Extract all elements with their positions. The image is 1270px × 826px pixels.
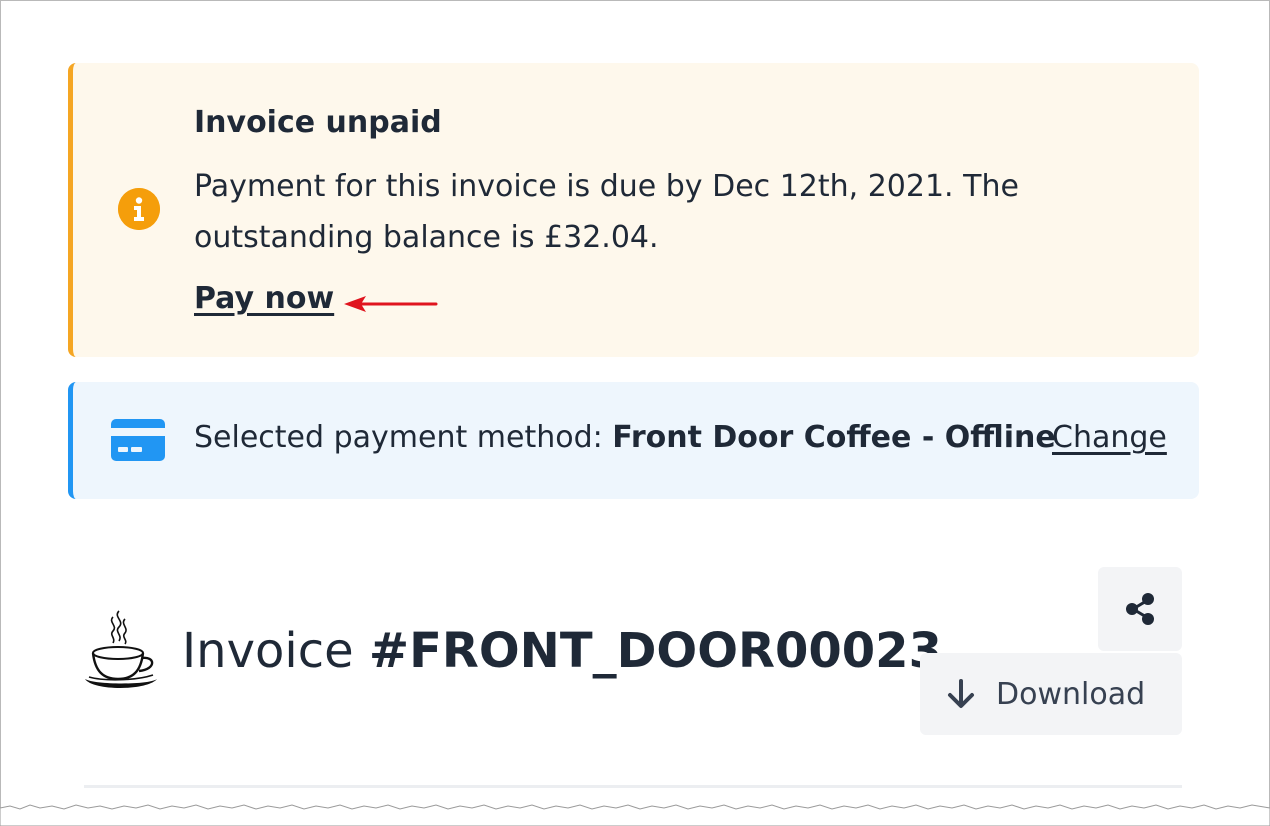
payment-method-text: Selected payment method: Front Door Coff… bbox=[194, 420, 1056, 455]
download-label: Download bbox=[996, 676, 1146, 712]
coffee-cup-logo bbox=[85, 610, 157, 688]
invoice-number: #FRONT_DOOR00023 bbox=[368, 623, 942, 679]
change-payment-method-link[interactable]: Change bbox=[1052, 420, 1167, 455]
download-button[interactable]: Download bbox=[920, 653, 1182, 735]
arrow-down-icon bbox=[948, 679, 974, 708]
section-divider bbox=[84, 785, 1182, 788]
invoice-title-prefix: Invoice bbox=[182, 623, 369, 679]
invoice-title: Invoice #FRONT_DOOR00023 bbox=[182, 623, 942, 679]
pay-now-link[interactable]: Pay now bbox=[194, 281, 334, 316]
alert-message: Payment for this invoice is due by Dec 1… bbox=[194, 169, 1019, 255]
alert-title: Invoice unpaid bbox=[194, 105, 442, 140]
page-frame: Invoice unpaid Payment for this invoice … bbox=[0, 0, 1270, 826]
payment-method-value: Front Door Coffee - Offline bbox=[612, 420, 1056, 455]
payment-method-label: Selected payment method: bbox=[194, 420, 613, 455]
payment-method-alert: Selected payment method: Front Door Coff… bbox=[68, 382, 1199, 499]
annotation-arrow-icon bbox=[344, 296, 438, 312]
info-icon bbox=[118, 188, 160, 230]
share-button[interactable] bbox=[1098, 567, 1182, 651]
share-icon bbox=[1126, 593, 1154, 625]
invoice-unpaid-alert: Invoice unpaid Payment for this invoice … bbox=[68, 63, 1199, 357]
torn-edge-decoration bbox=[0, 804, 1270, 826]
credit-card-icon bbox=[111, 419, 165, 461]
